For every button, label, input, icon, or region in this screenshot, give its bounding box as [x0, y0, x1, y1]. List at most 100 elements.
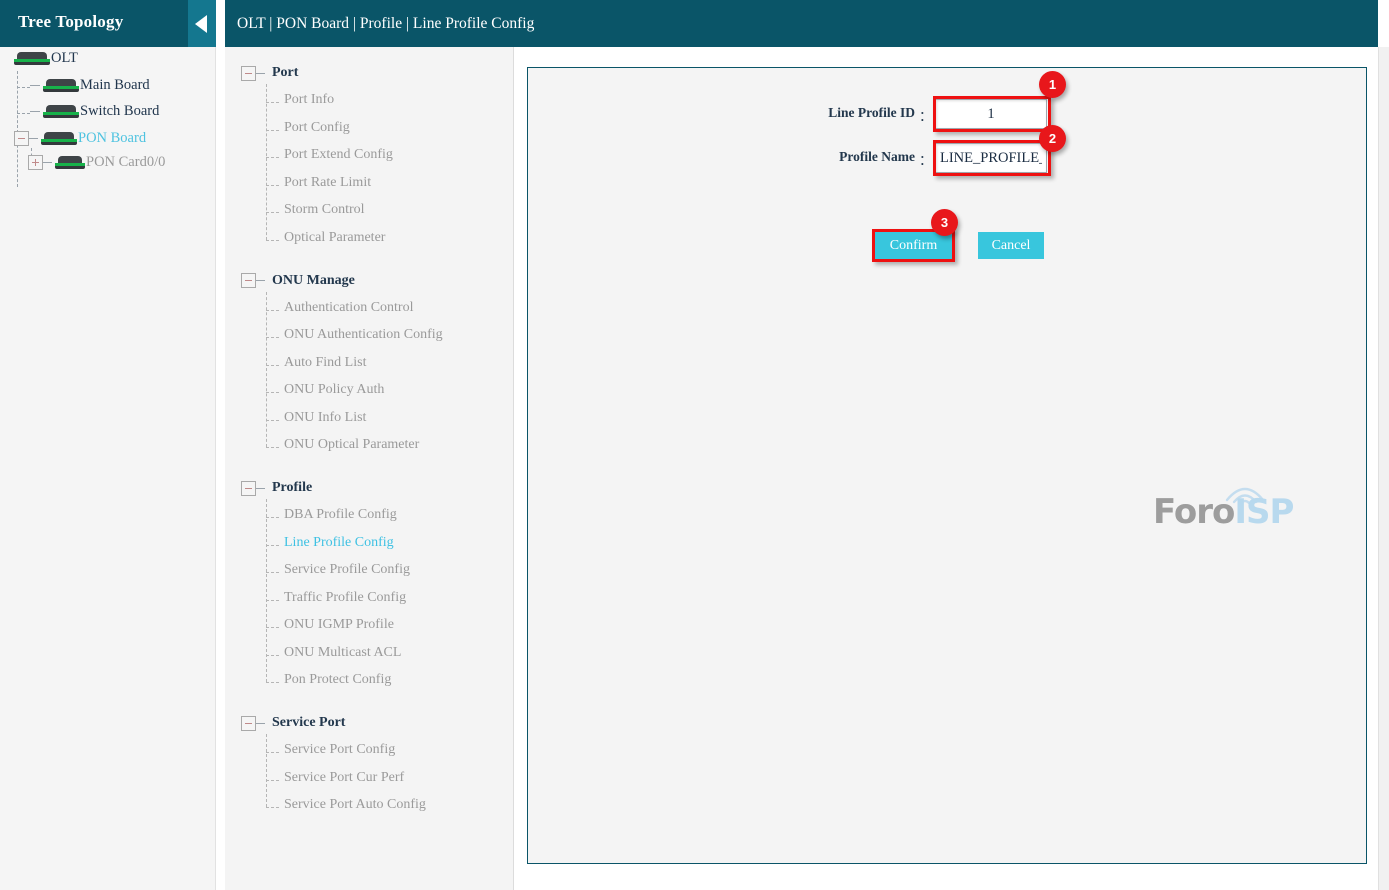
annotation-badge-2: 2	[1039, 125, 1066, 152]
tree-connector	[266, 84, 267, 240]
cancel-button[interactable]: Cancel	[978, 232, 1044, 259]
tree-connector	[266, 499, 267, 682]
watermark-text: ForoISP	[1153, 492, 1294, 532]
menu-item-port-config[interactable]: Port Config	[284, 120, 350, 140]
menu-group-profile[interactable]: Profile	[241, 479, 312, 499]
breadcrumb: OLT | PON Board | Profile | Line Profile…	[237, 15, 535, 32]
menu-group-label: Port	[272, 65, 299, 81]
tree-connector	[266, 654, 279, 656]
menu-item-onu-multicast-acl[interactable]: ONU Multicast ACL	[284, 645, 401, 665]
tree-item-label: PON Board	[78, 129, 147, 146]
triangle-left-icon	[195, 15, 207, 33]
sidebar-collapse-button[interactable]	[188, 0, 216, 47]
tree-expand-plus-icon[interactable]	[28, 154, 43, 170]
tree-connector	[43, 161, 52, 163]
page-scrollbar[interactable]	[1378, 47, 1389, 890]
tree-collapse-minus-icon[interactable]	[241, 480, 256, 496]
menu-item-storm-control[interactable]: Storm Control	[284, 202, 365, 222]
tree-connector	[266, 392, 279, 393]
menu-item-auto-find-list[interactable]: Auto Find List	[284, 355, 366, 375]
tree-connector	[17, 113, 30, 114]
content-area: Line Profile ID ： 1 Profile Name ： 2 Con…	[514, 47, 1378, 890]
tree-connector	[17, 87, 30, 88]
tree-item-label: Main Board	[80, 76, 150, 93]
tree-connector	[30, 84, 40, 86]
line-profile-id-label: Line Profile ID	[828, 105, 915, 120]
tree-connector	[266, 572, 279, 573]
tree-connector	[266, 627, 279, 628]
tree-item-main-board[interactable]: Main Board	[30, 76, 150, 98]
tree-connector	[266, 364, 279, 366]
menu-item-port-rate-limit[interactable]: Port Rate Limit	[284, 175, 371, 195]
tree-item-switch-board[interactable]: Switch Board	[30, 102, 159, 124]
sidebar-header: Tree Topology	[0, 0, 216, 47]
profile-name-label: Profile Name	[839, 149, 915, 164]
highlight-box-2	[933, 140, 1051, 176]
menu-item-onu-optical-parameter[interactable]: ONU Optical Parameter	[284, 437, 419, 457]
menu-item-traffic-profile-config[interactable]: Traffic Profile Config	[284, 590, 406, 610]
menu-item-onu-authentication-config[interactable]: ONU Authentication Config	[284, 327, 443, 347]
sidebar-title: Tree Topology	[18, 12, 124, 31]
navigation-menu-panel: Port Port Info Port Config Port Extend Conf…	[225, 47, 514, 890]
tree-connector	[266, 419, 279, 421]
menu-item-onu-policy-auth[interactable]: ONU Policy Auth	[284, 382, 384, 402]
menu-item-service-profile-config[interactable]: Service Profile Config	[284, 562, 410, 582]
menu-item-service-port-auto-config[interactable]: Service Port Auto Config	[284, 797, 426, 817]
tree-connector	[266, 807, 279, 808]
foroisp-watermark: ForoISP	[1153, 486, 1294, 534]
navigation-menu-list: Port Port Info Port Config Port Extend Conf…	[225, 47, 514, 890]
tree-connector	[266, 682, 279, 683]
watermark-part1: Foro	[1153, 492, 1235, 532]
tree-connector	[266, 544, 279, 546]
tree-connector	[30, 110, 40, 112]
tree-connector	[266, 239, 279, 241]
menu-item-onu-igmp-profile[interactable]: ONU IGMP Profile	[284, 617, 394, 637]
menu-item-service-port-config[interactable]: Service Port Config	[284, 742, 395, 762]
tree-item-olt[interactable]: OLT	[14, 49, 78, 71]
tree-connector	[256, 722, 265, 724]
menu-group-service-port[interactable]: Service Port	[241, 714, 345, 734]
device-board-icon	[14, 51, 50, 65]
menu-item-port-info[interactable]: Port Info	[284, 92, 334, 112]
menu-item-dba-profile-config[interactable]: DBA Profile Config	[284, 507, 397, 527]
menu-item-onu-info-list[interactable]: ONU Info List	[284, 410, 366, 430]
menu-item-optical-parameter[interactable]: Optical Parameter	[284, 230, 385, 250]
tree-item-label: Switch Board	[80, 102, 160, 119]
menu-item-authentication-control[interactable]: Authentication Control	[284, 300, 413, 320]
line-profile-config-panel: Line Profile ID ： 1 Profile Name ： 2 Con…	[527, 67, 1367, 864]
highlight-box-1	[933, 96, 1051, 132]
menu-group-label: Profile	[272, 480, 313, 496]
tree-connector	[266, 779, 279, 781]
tree-connector	[266, 291, 267, 447]
tree-connector	[29, 137, 38, 139]
menu-group-port[interactable]: Port	[241, 64, 298, 84]
tree-connector	[256, 487, 265, 489]
menu-item-line-profile-config[interactable]: Line Profile Config	[284, 535, 394, 555]
menu-item-service-port-cur-perf[interactable]: Service Port Cur Perf	[284, 770, 404, 790]
tree-connector	[266, 309, 279, 311]
top-header-bar: OLT | PON Board | Profile | Line Profile…	[225, 0, 1378, 47]
menu-item-pon-protect-config[interactable]: Pon Protect Config	[284, 672, 391, 692]
tree-collapse-minus-icon[interactable]	[14, 130, 29, 146]
tree-connector	[266, 157, 279, 158]
device-board-icon	[43, 78, 79, 92]
tree-topology-sidebar: Tree Topology OLT Main Board Switch Boar…	[0, 0, 216, 890]
tree-collapse-minus-icon[interactable]	[241, 715, 256, 731]
tree-item-pon-card[interactable]: PON Card0/0	[28, 153, 165, 175]
tree-item-label: PON Card0/0	[86, 153, 166, 170]
tree-item-pon-board[interactable]: PON Board	[14, 129, 146, 151]
annotation-badge-3: 3	[931, 209, 958, 236]
tree-connector	[256, 72, 265, 74]
tree-collapse-minus-icon[interactable]	[241, 65, 256, 81]
menu-item-port-extend-config[interactable]: Port Extend Config	[284, 147, 393, 167]
tree-connector	[266, 734, 267, 807]
tree-connector	[266, 212, 279, 213]
menu-group-onu-manage[interactable]: ONU Manage	[241, 272, 355, 292]
label-colon: ：	[919, 109, 933, 124]
tree-collapse-minus-icon[interactable]	[241, 273, 256, 289]
tree-connector	[256, 280, 265, 282]
tree-connector	[266, 184, 279, 186]
tree-connector	[266, 129, 279, 131]
tree-connector	[266, 599, 279, 601]
tree-connector	[266, 517, 279, 518]
